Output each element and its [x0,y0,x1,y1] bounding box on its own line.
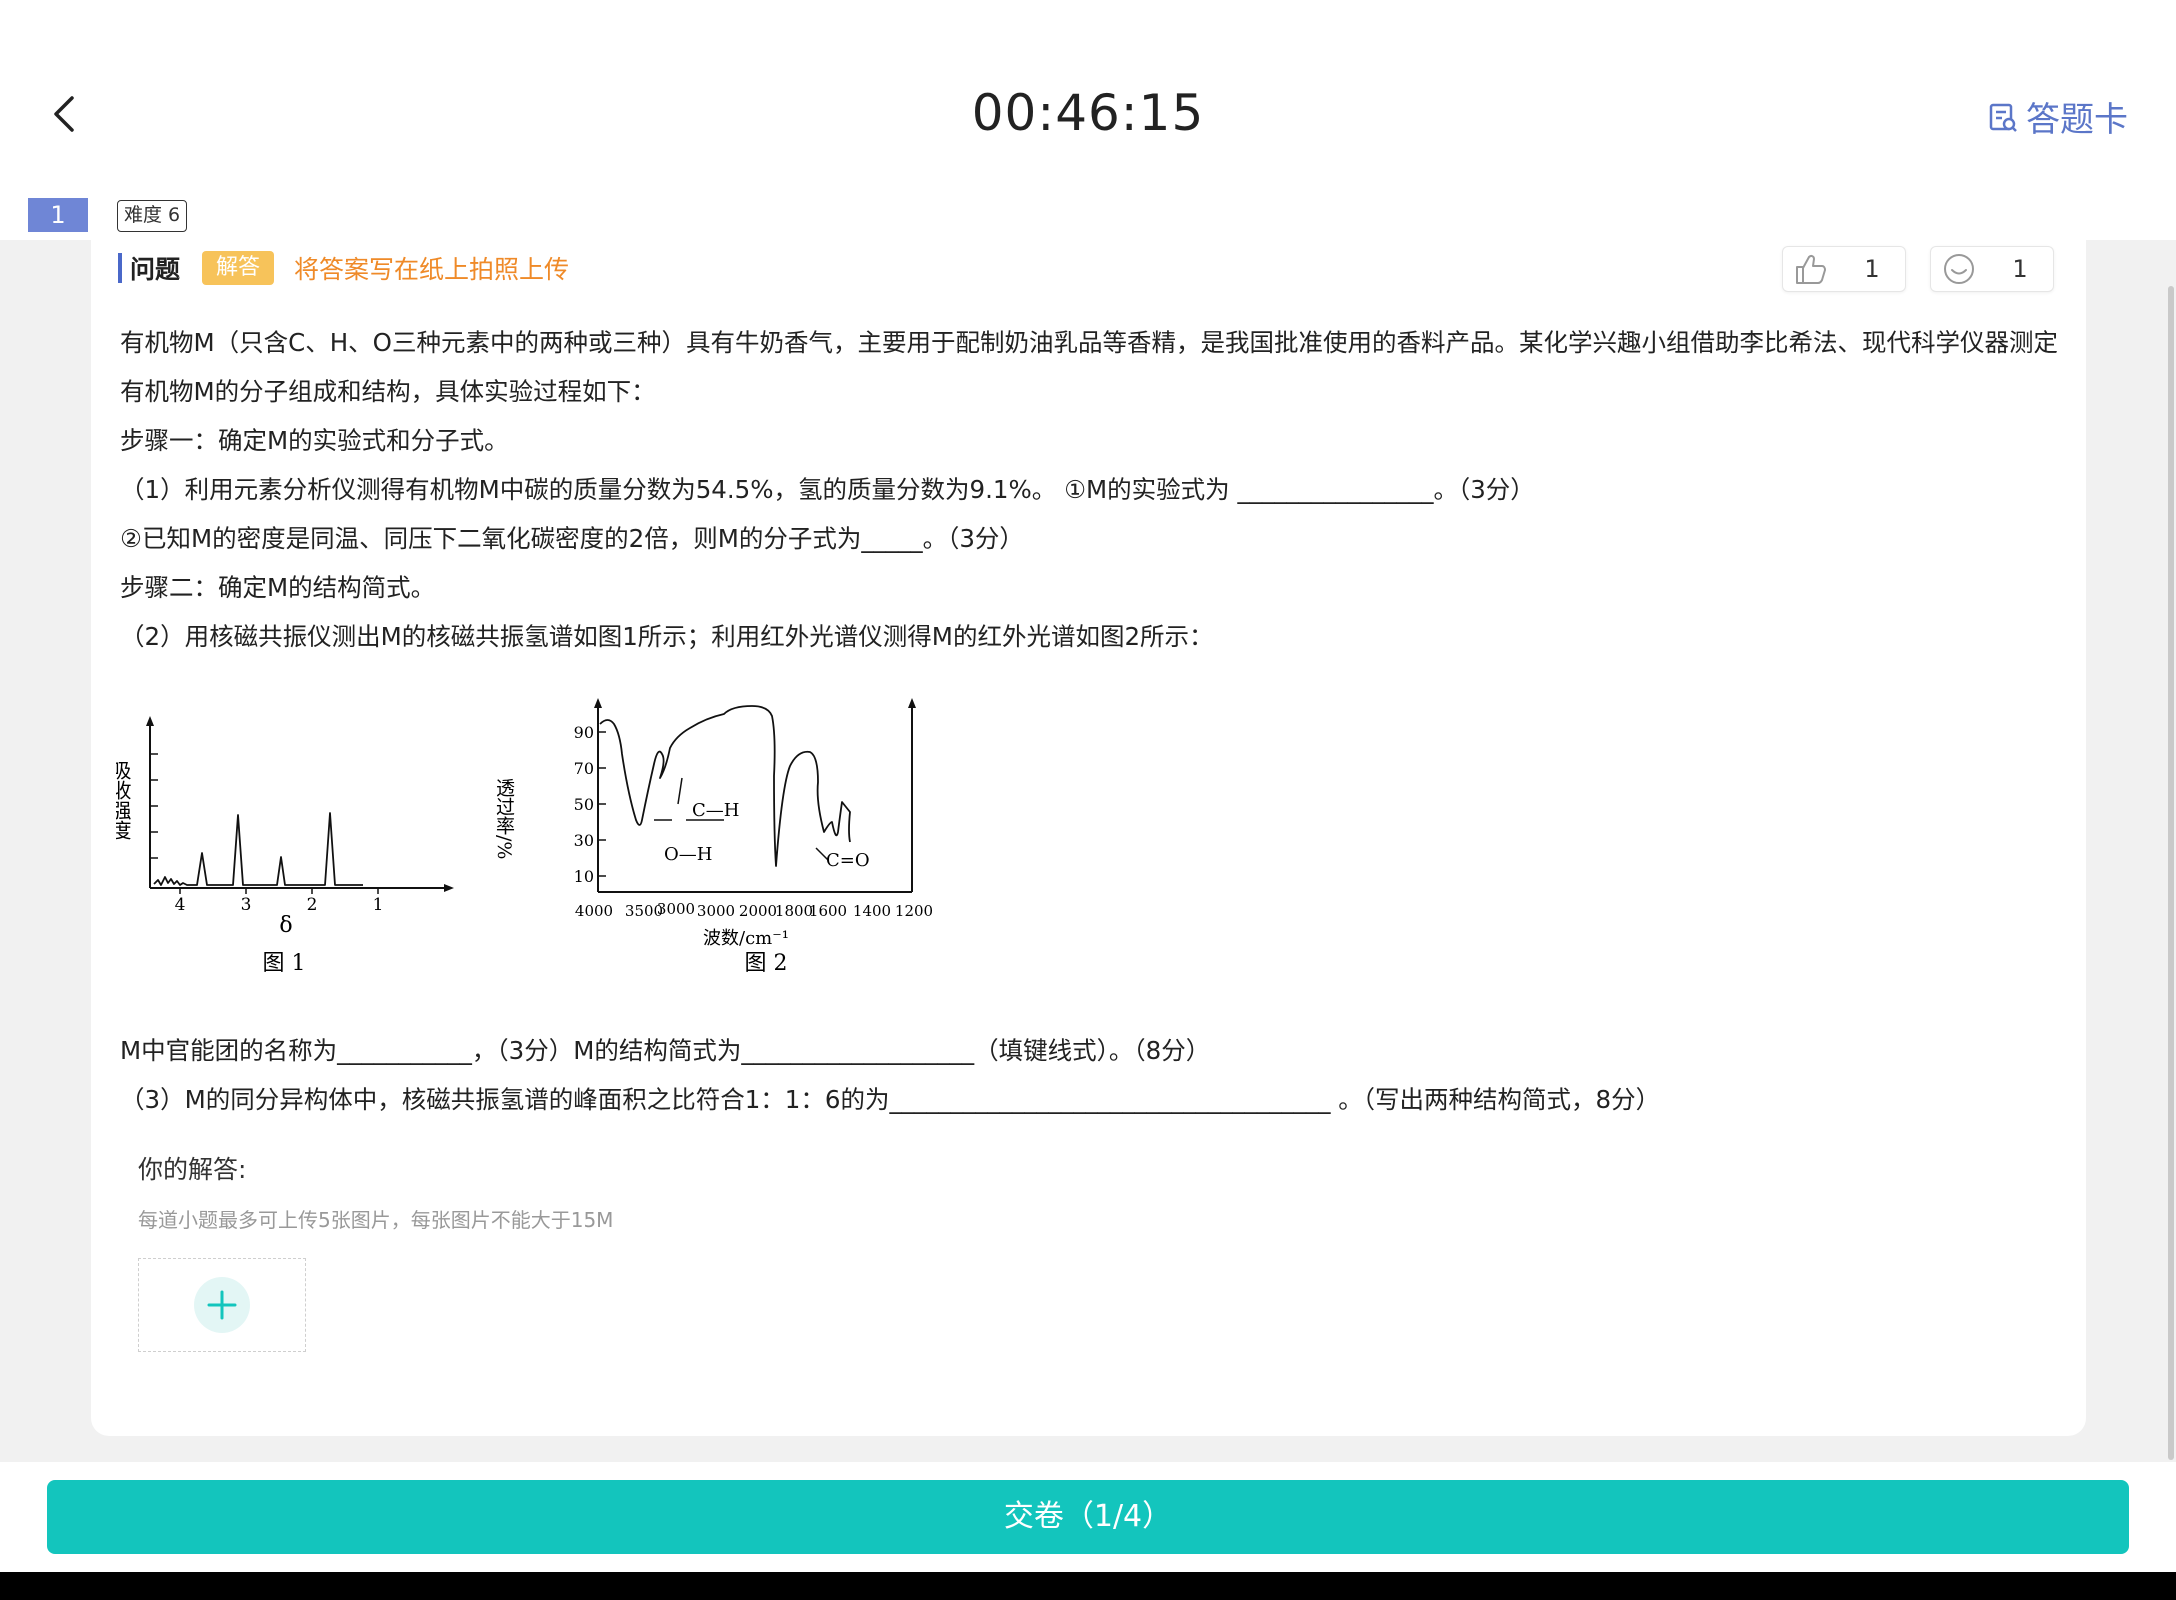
ir-y-label: 透过率/% [493,778,515,860]
question-line: （2）用核磁共振仪测出M的核磁共振氢谱如图1所示；利用红外光谱仪测得M的红外光谱… [120,622,1214,651]
nmr-tick: 2 [307,895,318,915]
system-nav-bar [0,1572,2176,1600]
submit-exam-button[interactable]: 交卷（1/4） [47,1480,2129,1554]
question-line: 有机物M的分子组成和结构，具体实验过程如下： [120,377,656,406]
nmr-tick: 3 [241,895,252,915]
thumbs-up-icon [1796,254,1826,284]
question-line: 有机物M（只含C、H、O三种元素中的两种或三种）具有牛奶香气，主要用于配制奶油乳… [120,328,2058,357]
ir-x-tick: 1600 [809,902,847,920]
question-number-badge: 1 [28,198,88,232]
your-answer-label: 你的解答: [138,1155,247,1184]
ir-x-tick: 1200 [895,902,933,920]
answer-card-button[interactable]: 答题卡 [1988,92,2128,141]
upload-instruction: 将答案写在纸上拍照上传 [294,255,570,284]
top-header: 00:46:15 答题卡 1 难度 6 [0,0,2176,240]
nmr-spectrum-figure: 吸收强度 4 3 2 1 δ 图 1 [116,716,454,976]
nmr-tick: 4 [175,895,186,915]
ir-peak-label: C=O [826,850,870,871]
nmr-x-label: δ [279,913,292,938]
question-line: 步骤二：确定M的结构简式。 [120,573,436,602]
ir-y-tick: 90 [574,723,594,742]
question-header: 问题 解答 将答案写在纸上拍照上传 [118,250,569,286]
ir-peak-label: O—H [664,844,712,865]
smile-count: 1 [2012,255,2028,283]
ir-y-tick: 70 [574,759,594,778]
ir-spectrum-figure: 90 70 50 30 10 C—H O—H C=O 透过率/% 4000 35… [493,698,933,976]
like-button[interactable]: 1 [1782,246,1906,292]
ir-x-tick: 4000 [575,902,613,920]
ir-x-tick: 1400 [853,902,891,920]
section-accent-bar [118,253,122,283]
question-line: M中官能团的名称为___________，（3分）M的结构简式为________… [120,1036,1211,1065]
smile-icon [1944,254,1974,284]
difficulty-badge: 难度 6 [117,200,188,232]
question-body-continued: M中官能团的名称为___________，（3分）M的结构简式为________… [120,1026,2060,1124]
upload-limit-tip: 每道小题最多可上传5张图片，每张图片不能大于15M [138,1208,614,1232]
nmr-y-label: 吸收强度 [116,760,132,840]
ir-peak-label: C—H [692,800,739,821]
ir-x-label: 波数/cm⁻¹ [703,928,789,949]
question-title: 问题 [130,255,181,284]
question-line: （1）利用元素分析仪测得有机物M中碳的质量分数为54.5%，氢的质量分数为9.1… [120,475,1535,504]
countdown-timer: 00:46:15 [971,84,1205,142]
question-line: 步骤一：确定M的实验式和分子式。 [120,426,509,455]
scrollbar[interactable] [2168,286,2174,1460]
question-line: ②已知M的密度是同温、同压下二氧化碳密度的2倍，则M的分子式为_____。（3分… [120,524,1024,553]
ir-y-tick: 50 [574,795,594,814]
plus-icon [194,1277,250,1333]
question-body: 有机物M（只含C、H、O三种元素中的两种或三种）具有牛奶香气，主要用于配制奶油乳… [120,318,2060,661]
upload-image-button[interactable] [138,1258,306,1352]
nmr-tick: 1 [373,895,384,915]
answer-sheet-icon [1989,103,2017,132]
question-type-badge: 解答 [202,251,275,285]
like-count: 1 [1864,255,1880,283]
answer-card-label: 答题卡 [2026,100,2128,140]
ir-y-tick: 10 [574,867,594,886]
figure2-caption: 图 2 [745,951,788,976]
question-line: （3）M的同分异构体中，核磁共振氢谱的峰面积之比符合1：1：6的为_______… [120,1085,1661,1114]
figure1-caption: 图 1 [263,951,306,976]
ir-x-tick: 3000 [657,900,695,918]
ir-x-tick: 1800 [775,902,813,920]
spectra-figures: 吸收强度 4 3 2 1 δ 图 1 90 70 50 30 10 C—H O—… [116,698,933,976]
smile-button[interactable]: 1 [1930,246,2054,292]
ir-x-tick: 2000 [739,902,777,920]
ir-y-tick: 30 [574,831,594,850]
ir-x-tick: 3000 [697,902,735,920]
